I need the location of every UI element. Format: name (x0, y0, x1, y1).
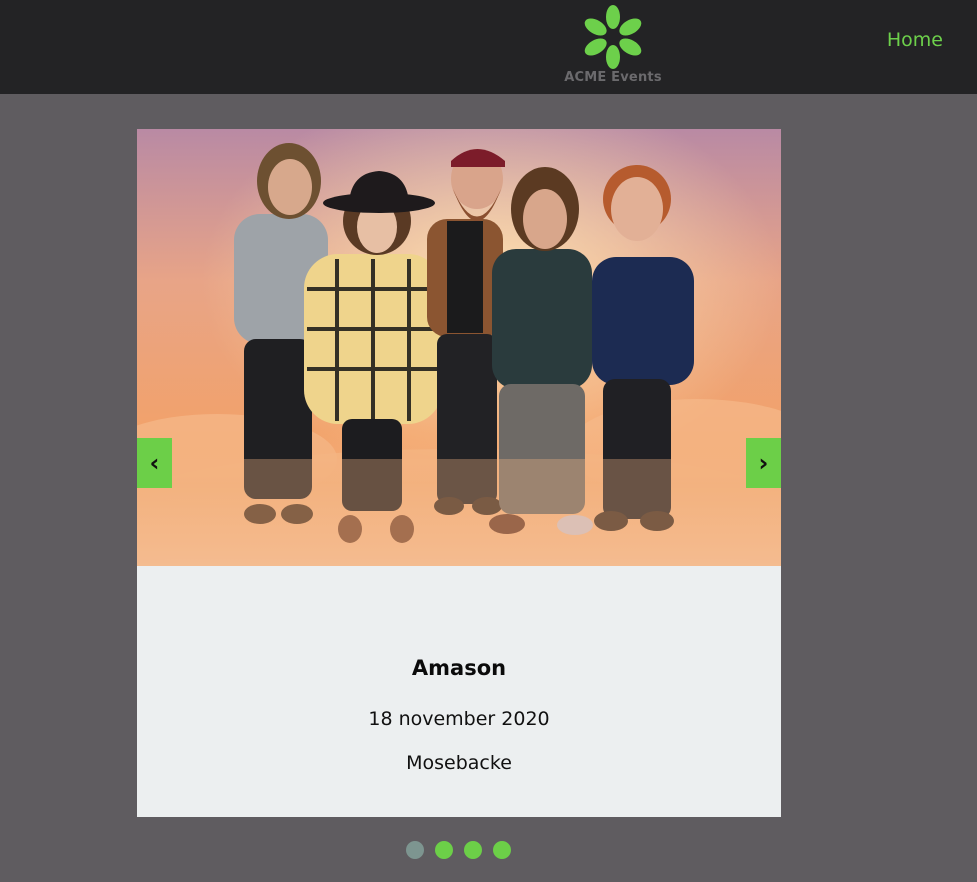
event-carousel-card: ‹ › Amason 18 november 2020 Mosebacke (137, 129, 781, 817)
acme-events-logo[interactable]: ACME Events (557, 2, 669, 92)
carousel-dot[interactable] (464, 841, 482, 859)
carousel-dot[interactable] (435, 841, 453, 859)
logo-splash-icon (584, 5, 642, 69)
carousel-prev-button[interactable]: ‹ (137, 438, 172, 488)
carousel-dot[interactable] (493, 841, 511, 859)
site-header: ACME Events Home (0, 0, 977, 94)
carousel-dots (406, 841, 511, 859)
event-photo (137, 129, 781, 566)
carousel-next-button[interactable]: › (746, 438, 781, 488)
carousel-dot[interactable] (406, 841, 424, 859)
nav-home-link[interactable]: Home (887, 29, 943, 51)
event-date: 18 november 2020 (368, 708, 550, 730)
event-title: Amason (411, 656, 507, 680)
event-info: Amason 18 november 2020 Mosebacke (137, 566, 781, 817)
logo-text: ACME Events (564, 70, 662, 85)
event-venue: Mosebacke (406, 752, 512, 774)
